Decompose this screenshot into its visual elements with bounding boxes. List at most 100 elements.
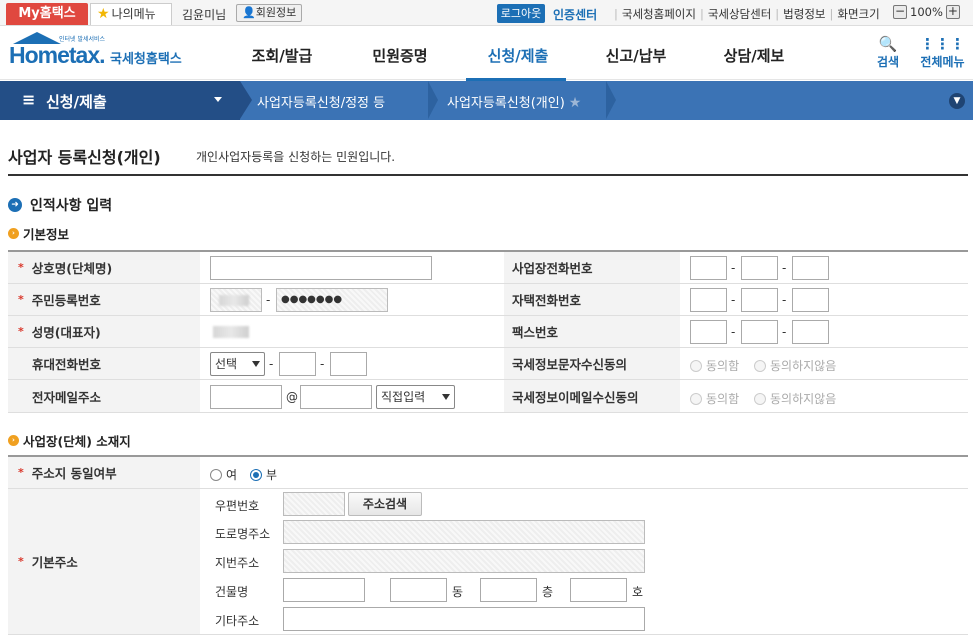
breadcrumb-item-registration[interactable]: 사업자등록신청/정정 등 [257, 92, 385, 111]
screen-size-label: 화면크기 [837, 7, 880, 21]
user-name: 김윤미님 [182, 8, 227, 22]
member-info-button[interactable]: 👤회원정보 [236, 4, 303, 22]
base-address-label: * 기본주소 [8, 489, 200, 634]
email-label: 전자메일주소 [8, 380, 200, 412]
chevron-down-icon [252, 361, 260, 367]
consult-center-link[interactable]: 국세상담센터 [708, 7, 771, 21]
arrow-circle-icon: ➜ [8, 198, 22, 212]
caret-down-icon [214, 97, 222, 102]
mobile-prefix-select[interactable]: 선택 [210, 352, 265, 376]
etc-address-label: 기타주소 [215, 614, 260, 628]
rrn-back-input[interactable]: ●●●●●●● [276, 288, 388, 312]
rep-name-value [213, 326, 249, 338]
dash: - [782, 325, 787, 339]
zip-label: 우편번호 [215, 499, 260, 513]
zoom-in-button[interactable]: + [945, 5, 960, 19]
masked-value [219, 295, 249, 306]
my-menu-tab[interactable]: ★ 나의메뉴 [90, 3, 172, 25]
basic-info-table: * 상호명(단체명) 사업장전화번호 - - * 주민등록번호 - ●●●●●●● … [8, 250, 968, 413]
breadcrumb-bar: ≡ 신청/제출 사업자등록신청/정정 등 사업자등록신청(개인) ★ ▼ [0, 81, 973, 120]
expand-icon[interactable]: ▼ [949, 93, 965, 109]
address-table: * 주소지 동일여부 여 부 * 기본주소 우편번호 주소검색 도로명주소 지번주소… [8, 455, 968, 635]
zip-input[interactable] [283, 492, 345, 516]
floor-input[interactable] [480, 578, 537, 602]
subsection-heading-basic: › 기본정보 [8, 224, 69, 243]
search-icon: 🔍 [878, 35, 898, 53]
same-address-no-radio[interactable]: 부 [250, 466, 277, 483]
fax-3-input[interactable] [792, 320, 829, 344]
email-id-input[interactable] [210, 385, 282, 409]
at-sign: @ [286, 390, 298, 404]
company-name-input[interactable] [210, 256, 432, 280]
fax-2-input[interactable] [741, 320, 778, 344]
dash: - [266, 293, 271, 307]
fax-label: 팩스번호 [504, 316, 680, 347]
zoom-control: − 100% + [893, 5, 960, 19]
hometax-logo[interactable]: 인터넷 발세서비스 Hometax. 국세청홈택스 [7, 32, 192, 76]
rep-name-label: * 성명(대표자) [8, 316, 200, 347]
section-heading-personal: ➜ 인적사항 입력 [8, 195, 112, 215]
dong-input[interactable] [390, 578, 447, 602]
favorite-star-icon[interactable]: ★ [569, 95, 582, 111]
lot-address-input[interactable] [283, 549, 645, 573]
home-phone-1-input[interactable] [690, 288, 727, 312]
email-domain-select[interactable]: 직접입력 [376, 385, 455, 409]
required-mark: * [18, 555, 24, 568]
biz-phone-2-input[interactable] [741, 256, 778, 280]
email-domain-input[interactable] [300, 385, 372, 409]
law-info-link[interactable]: 법령정보 [783, 7, 825, 21]
logout-button[interactable]: 로그아웃 [497, 4, 545, 23]
sms-agree-radio[interactable]: 동의함 [690, 357, 739, 374]
home-phone-3-input[interactable] [792, 288, 829, 312]
nts-home-link[interactable]: 국세청홈페이지 [622, 7, 696, 21]
subsection-heading-address: › 사업장(단체) 소재지 [8, 431, 131, 450]
gnb-consult[interactable]: 상담/제보 [695, 45, 813, 66]
etc-address-input[interactable] [283, 607, 645, 631]
road-address-input[interactable] [283, 520, 645, 544]
dash: - [320, 357, 325, 371]
table-row: 휴대전화번호 선택 - - 국세정보문자수신동의 동의함 동의하지않음 [8, 348, 968, 380]
dash: - [731, 325, 736, 339]
email-disagree-radio[interactable]: 동의하지않음 [754, 390, 836, 407]
all-menu-button[interactable]: ⋮⋮⋮ 전체메뉴 [920, 35, 965, 70]
sms-disagree-radio[interactable]: 동의하지않음 [754, 357, 836, 374]
biz-phone-3-input[interactable] [792, 256, 829, 280]
same-address-yes-radio[interactable]: 여 [210, 466, 237, 483]
dong-unit: 동 [452, 585, 464, 599]
home-phone-2-input[interactable] [741, 288, 778, 312]
rrn-front-input[interactable] [210, 288, 262, 312]
hamburger-icon: ≡ [22, 90, 36, 109]
gnb-apply[interactable]: 신청/제출 [459, 45, 577, 66]
fax-1-input[interactable] [690, 320, 727, 344]
mobile-3-input[interactable] [330, 352, 367, 376]
table-row: * 주민등록번호 - ●●●●●●● 자택전화번호 - - [8, 284, 968, 316]
table-row: * 상호명(단체명) 사업장전화번호 - - [8, 252, 968, 284]
table-row: * 주소지 동일여부 여 부 [8, 457, 968, 489]
gnb-inquiry[interactable]: 조회/발급 [223, 45, 341, 66]
menu-dropdown[interactable]: ≡ 신청/제출 [0, 81, 240, 120]
page-subtitle: 개인사업자등록을 신청하는 민원입니다. [196, 150, 396, 164]
mobile-2-input[interactable] [279, 352, 316, 376]
user-icon: 👤 [242, 6, 256, 19]
breadcrumb-separator [428, 81, 438, 119]
ho-input[interactable] [570, 578, 627, 602]
table-row: * 기본주소 우편번호 주소검색 도로명주소 지번주소 건물명 동 층 호 기타주… [8, 489, 968, 635]
search-button[interactable]: 🔍 검색 [877, 35, 899, 70]
zoom-out-button[interactable]: − [893, 5, 907, 19]
building-name-input[interactable] [283, 578, 365, 602]
menu-dropdown-label: 신청/제출 [46, 93, 107, 111]
address-search-button[interactable]: 주소검색 [348, 492, 422, 516]
cert-center-link[interactable]: 인증센터 [553, 6, 597, 23]
ho-unit: 호 [632, 585, 644, 599]
header: 인터넷 발세서비스 Hometax. 국세청홈택스 조회/발급 민원증명 신청/… [0, 27, 973, 81]
dash: - [269, 357, 274, 371]
gnb-certificate[interactable]: 민원증명 [341, 45, 459, 66]
breadcrumb-item-current[interactable]: 사업자등록신청(개인) ★ [447, 92, 581, 111]
global-nav: 조회/발급 민원증명 신청/제출 신고/납부 상담/제보 [223, 45, 813, 66]
email-agree-radio[interactable]: 동의함 [690, 390, 739, 407]
member-info-label: 회원정보 [255, 6, 297, 19]
gnb-report[interactable]: 신고/납부 [577, 45, 695, 66]
biz-phone-1-input[interactable] [690, 256, 727, 280]
required-mark: * [18, 466, 24, 479]
my-hometax-tab[interactable]: My홈택스 [6, 3, 88, 25]
